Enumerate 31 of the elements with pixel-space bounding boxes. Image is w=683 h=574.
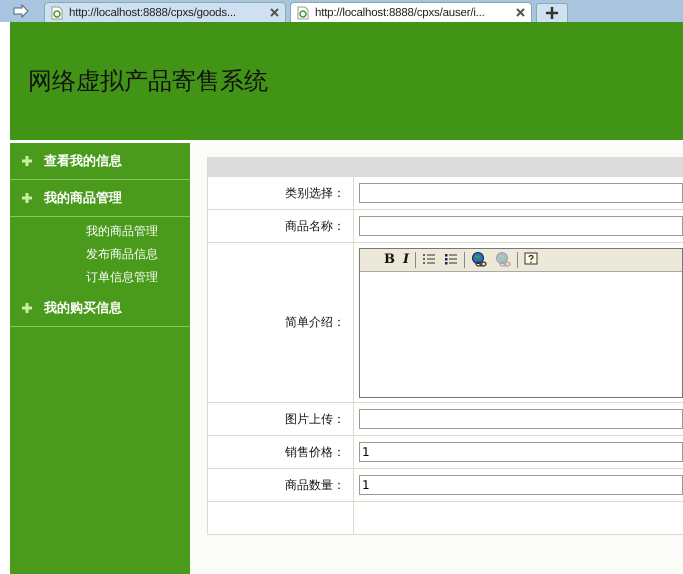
field-label: 简单介绍： <box>285 314 345 331</box>
browser-tab[interactable]: http://localhost:8888/cpxs/auser/i... <box>290 2 532 22</box>
input-field[interactable] <box>359 183 683 203</box>
field-label: 图片上传： <box>285 410 345 428</box>
plus-icon <box>22 156 32 166</box>
input-field[interactable]: 1 <box>359 442 683 462</box>
site-title: 网络虚拟产品寄售系统 <box>28 66 268 97</box>
field-label: 商品数量： <box>285 476 345 494</box>
bold-button[interactable]: B <box>382 250 397 268</box>
browser-tab[interactable]: http://localhost:8888/cpxs/goods... <box>44 2 286 22</box>
input-field[interactable] <box>359 216 683 236</box>
page-icon <box>51 6 63 20</box>
sidebar-subitem[interactable]: 订单信息管理 <box>86 269 190 286</box>
input-field[interactable]: 1 <box>359 475 683 495</box>
sidebar-subitem[interactable]: 我的商品管理 <box>86 223 190 240</box>
plus-icon <box>546 7 558 19</box>
new-tab-button[interactable] <box>536 3 568 22</box>
plus-icon <box>22 303 32 313</box>
field-label: 销售价格： <box>285 444 345 460</box>
field-label: 类别选择： <box>285 184 345 202</box>
plus-icon <box>22 193 32 203</box>
arrow-icon[interactable] <box>12 4 30 18</box>
page-icon <box>297 6 309 20</box>
input-field[interactable] <box>359 409 683 429</box>
rich-text-editor[interactable]: B I <box>359 248 683 398</box>
italic-button[interactable]: I <box>401 250 412 268</box>
field-label: 商品名称： <box>285 218 345 234</box>
sidebar-subitem[interactable]: 发布商品信息 <box>86 246 190 263</box>
close-icon[interactable] <box>516 8 525 17</box>
link-icon[interactable] <box>469 250 490 268</box>
close-icon[interactable] <box>270 8 279 17</box>
